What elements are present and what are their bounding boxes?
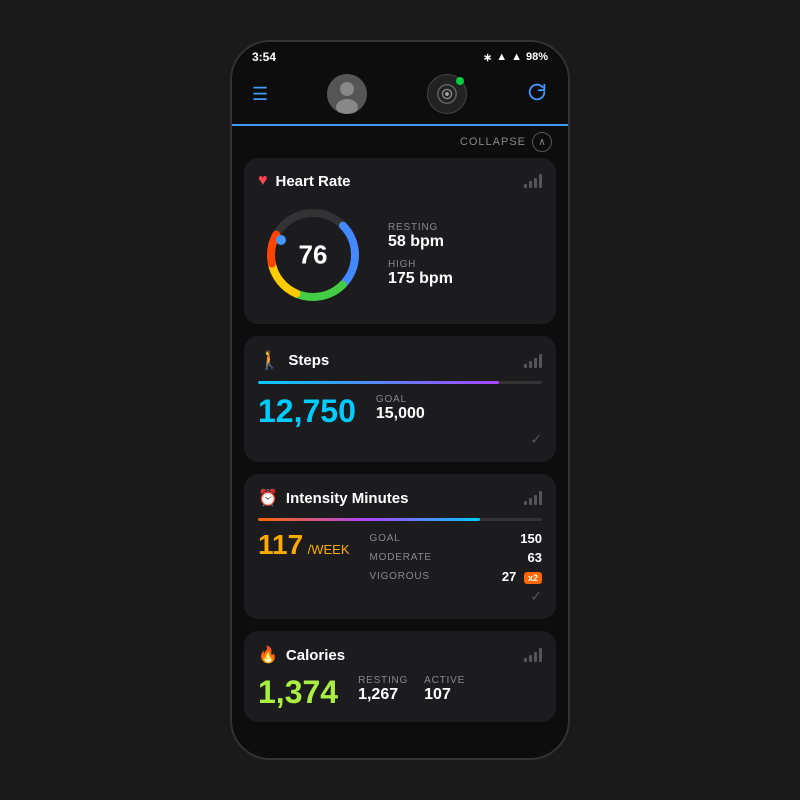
steps-check: ✓ <box>258 431 542 448</box>
collapse-button[interactable]: ∧ <box>532 132 552 152</box>
resting-label: RESTING <box>388 222 453 233</box>
heart-icon: ♥ <box>258 172 268 190</box>
intensity-unit: /WEEK <box>308 542 350 557</box>
signal-icon: ▲ <box>496 51 507 63</box>
steps-value: 12,750 <box>258 395 356 427</box>
intensity-title-row: ⏰ Intensity Minutes <box>258 488 408 508</box>
steps-progress-fill <box>258 381 499 384</box>
status-icons: ∗ ▲ ▲ 98% <box>483 51 548 64</box>
top-nav: ☰ <box>232 68 568 124</box>
status-bar: 3:54 ∗ ▲ ▲ 98% <box>232 42 568 68</box>
heart-rate-content: 76 RESTING 58 bpm HIGH 175 bpm <box>258 200 542 310</box>
intensity-progress-bar <box>258 518 542 521</box>
intensity-goal-label: GOAL <box>370 533 401 544</box>
calories-resting-label: RESTING <box>358 675 408 686</box>
heart-rate-header: ♥ Heart Rate <box>258 172 542 190</box>
status-time: 3:54 <box>252 50 276 64</box>
steps-goal-value: 15,000 <box>376 405 425 423</box>
intensity-moderate-label: MODERATE <box>370 552 432 563</box>
menu-button[interactable]: ☰ <box>252 84 268 105</box>
calories-value: 1,374 <box>258 676 338 708</box>
intensity-check: ✓ <box>258 588 542 605</box>
intensity-chart-icon[interactable] <box>524 491 542 505</box>
steps-icon: 🚶 <box>258 350 280 371</box>
device-icon[interactable] <box>427 74 467 114</box>
vigorous-badge: x2 <box>524 572 542 584</box>
heart-rate-title-row: ♥ Heart Rate <box>258 172 351 190</box>
heart-rate-title: Heart Rate <box>276 173 351 190</box>
steps-title-row: 🚶 Steps <box>258 350 329 371</box>
intensity-vigorous-row: VIGOROUS 27 x2 <box>370 569 542 584</box>
calories-card: 🔥 Calories 1,374 RESTING 1,267 <box>244 631 556 722</box>
intensity-value-group: 117 /WEEK <box>258 531 350 559</box>
steps-progress-bar <box>258 381 542 384</box>
resting-stat: RESTING 58 bpm <box>388 222 453 251</box>
steps-goal-label: GOAL <box>376 394 425 405</box>
collapse-label: COLLAPSE <box>460 136 526 148</box>
check-icon: ✓ <box>530 431 542 448</box>
battery-icon: 98% <box>526 51 548 63</box>
heart-rate-card: ♥ Heart Rate <box>244 158 556 324</box>
intensity-progress-fill <box>258 518 480 521</box>
high-stat: HIGH 175 bpm <box>388 259 453 288</box>
resting-value: 58 bpm <box>388 233 453 251</box>
steps-header: 🚶 Steps <box>258 350 542 371</box>
steps-content: 12,750 GOAL 15,000 <box>258 394 542 427</box>
calories-chart-icon[interactable] <box>524 648 542 662</box>
refresh-button[interactable] <box>526 81 548 108</box>
heart-rate-gauge: 76 <box>258 200 368 310</box>
user-avatar[interactable] <box>327 74 367 114</box>
calories-icon: 🔥 <box>258 645 278 665</box>
collapse-bar: COLLAPSE ∧ <box>232 126 568 158</box>
device-online-dot <box>456 77 464 85</box>
intensity-title: Intensity Minutes <box>286 490 409 507</box>
steps-goal: GOAL 15,000 <box>376 394 425 427</box>
intensity-goal-value: 150 <box>520 531 542 546</box>
calories-active: ACTIVE 107 <box>424 675 465 704</box>
calories-resting: RESTING 1,267 <box>358 675 408 704</box>
heart-rate-chart-icon[interactable] <box>524 174 542 188</box>
calories-title: Calories <box>286 647 345 664</box>
intensity-moderate-value: 63 <box>528 550 542 565</box>
heart-rate-value: 76 <box>299 240 328 271</box>
intensity-content: 117 /WEEK GOAL 150 MODERATE 63 VIGOROUS <box>258 531 542 584</box>
intensity-moderate-row: MODERATE 63 <box>370 550 542 565</box>
intensity-vigorous-value: 27 x2 <box>502 569 542 584</box>
calories-active-value: 107 <box>424 686 465 704</box>
high-label: HIGH <box>388 259 453 270</box>
bluetooth-icon: ∗ <box>483 51 492 64</box>
high-value: 175 bpm <box>388 270 453 288</box>
intensity-vigorous-label: VIGOROUS <box>370 571 430 582</box>
calories-resting-value: 1,267 <box>358 686 408 704</box>
intensity-icon: ⏰ <box>258 488 278 508</box>
intensity-card: ⏰ Intensity Minutes 117 /WEEK <box>244 474 556 619</box>
heart-rate-stats: RESTING 58 bpm HIGH 175 bpm <box>388 222 453 288</box>
calories-title-row: 🔥 Calories <box>258 645 345 665</box>
intensity-value: 117 <box>258 529 303 560</box>
wifi-icon: ▲ <box>511 51 522 63</box>
intensity-check-icon: ✓ <box>530 588 542 605</box>
intensity-header: ⏰ Intensity Minutes <box>258 488 542 508</box>
calories-content: 1,374 RESTING 1,267 ACTIVE 107 <box>258 675 542 708</box>
calories-active-label: ACTIVE <box>424 675 465 686</box>
intensity-goal-row: GOAL 150 <box>370 531 542 546</box>
steps-chart-icon[interactable] <box>524 354 542 368</box>
scroll-content[interactable]: ♥ Heart Rate <box>232 158 568 758</box>
steps-title: Steps <box>288 352 329 369</box>
intensity-stats: GOAL 150 MODERATE 63 VIGOROUS 27 x2 <box>370 531 542 584</box>
steps-card: 🚶 Steps 12,750 GOAL 15,000 <box>244 336 556 462</box>
calories-header: 🔥 Calories <box>258 645 542 665</box>
calories-stats: RESTING 1,267 ACTIVE 107 <box>358 675 465 708</box>
phone-frame: 3:54 ∗ ▲ ▲ 98% ☰ <box>230 40 570 760</box>
